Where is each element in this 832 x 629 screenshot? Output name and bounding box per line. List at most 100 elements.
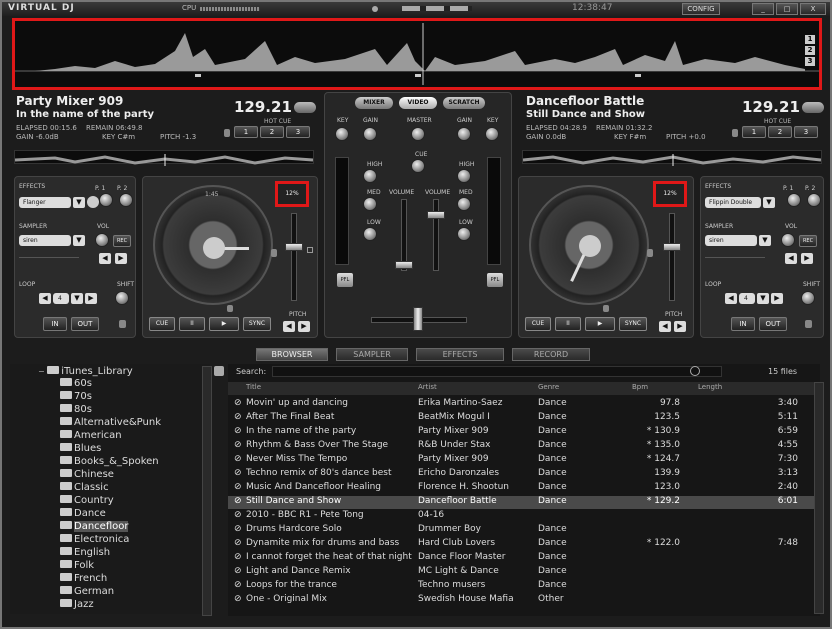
table-row[interactable]: ⊘ In the name of the party Party Mixer 909… [228,426,820,439]
right-pitch-fader-cap[interactable] [663,243,681,251]
mixer-left-high-knob[interactable] [363,169,377,183]
folder-item[interactable]: French [60,573,107,584]
folder-tree-scrollbar[interactable] [202,366,212,616]
left-sampler-vol-knob[interactable] [95,233,109,247]
mixer-left-low-knob[interactable] [363,227,377,241]
left-sampler-select[interactable]: siren [19,235,71,246]
col-genre[interactable]: Genre [538,383,559,395]
table-row[interactable]: ⊘ Movin' up and dancing Erika Martino-Saez… [228,398,820,411]
maximize-button[interactable]: □ [776,3,798,15]
mixer-cue-knob[interactable] [411,159,425,173]
right-loop-in-button[interactable]: IN [731,317,755,331]
track-list[interactable]: Search: 15 files Title Artist Genre Bpm … [228,364,820,616]
table-row[interactable]: ⊘ Music And Dancefloor Healing Florence H.… [228,482,820,495]
right-sampler-next-icon[interactable]: ▶ [801,253,813,264]
left-bpm-button[interactable] [294,102,316,113]
scratch-tab[interactable]: SCRATCH [443,97,485,109]
left-sampler-next-icon[interactable]: ▶ [115,253,127,264]
mixer-left-volume-cap[interactable] [395,261,413,269]
folder-item[interactable]: Books_&_Spoken [60,456,159,467]
mixer-right-key-knob[interactable] [485,127,499,141]
left-play-button[interactable]: ▶ [209,317,239,331]
left-loop-double-icon[interactable]: ▶ [85,293,97,304]
mixer-left-gain-knob[interactable] [363,127,377,141]
browser-tab[interactable]: BROWSER [256,348,328,361]
right-sampler-rec-button[interactable]: REC [799,235,817,247]
mixer-left-key-knob[interactable] [335,127,349,141]
left-hotcue-3[interactable]: 3 [286,126,310,138]
table-row[interactable]: ⊘ Techno remix of 80's dance best Ericho D… [228,468,820,481]
right-sampler-prev-icon[interactable]: ◀ [785,253,797,264]
col-artist[interactable]: Artist [418,383,437,395]
right-pitch-up-icon[interactable]: ▶ [674,321,686,332]
sampler-tab[interactable]: SAMPLER [336,348,408,361]
folder-item[interactable]: Country [60,495,114,506]
right-loop-double-icon[interactable]: ▶ [771,293,783,304]
right-play-button[interactable]: ▶ [585,317,615,331]
left-lock-icon[interactable] [224,129,230,137]
right-pitch-fader[interactable] [669,213,675,301]
left-sampler-rec-button[interactable]: REC [113,235,131,247]
right-transport-lock-icon[interactable] [603,305,609,312]
right-cue-button[interactable]: CUE [525,317,551,331]
right-lock-icon[interactable] [732,129,738,137]
folder-item[interactable]: Chinese [60,469,114,480]
overview-marker-3[interactable]: 3 [805,57,815,66]
left-pitch-fader[interactable] [291,213,297,301]
left-loop-shift-knob[interactable] [115,291,129,305]
overview-marker-2[interactable]: 2 [805,46,815,55]
mixer-right-med-knob[interactable] [457,197,471,211]
crossfader-cap[interactable] [413,307,423,331]
right-loop-dropdown-icon[interactable]: ▼ [757,293,769,304]
minimize-button[interactable]: _ [752,3,774,15]
mixer-right-volume-fader[interactable] [433,199,439,271]
search-options-icon[interactable] [690,366,700,376]
folder-item[interactable]: Blues [60,443,101,454]
table-row[interactable]: ⊘ One - Original Mix Swedish House Mafia Ot… [228,594,820,607]
right-bpm-button[interactable] [802,102,824,113]
right-loop-shift-knob[interactable] [801,291,815,305]
right-jog-wheel[interactable] [529,185,649,305]
table-row[interactable]: ⊘ 2010 - BBC R1 - Pete Tong 04-16 [228,510,820,523]
left-effect-p1-knob[interactable] [99,193,113,207]
right-sampler-select[interactable]: siren [705,235,757,246]
folder-item[interactable]: American [60,430,122,441]
mixer-tab[interactable]: MIXER [355,97,393,109]
mixer-right-gain-knob[interactable] [457,127,471,141]
left-loop-length[interactable]: 4 [53,293,69,304]
folder-item[interactable]: Dance [60,508,106,519]
search-input[interactable] [272,366,722,377]
left-sampler-prev-icon[interactable]: ◀ [99,253,111,264]
record-tab[interactable]: RECORD [512,348,590,361]
table-row[interactable]: ⊘ Light and Dance Remix MC Light & Dance Da… [228,566,820,579]
left-jog-wheel[interactable]: 1:45 [153,185,273,305]
right-sampler-vol-knob[interactable] [781,233,795,247]
mixer-right-low-knob[interactable] [457,227,471,241]
col-length[interactable]: Length [698,383,722,395]
mixer-left-med-knob[interactable] [363,197,377,211]
folder-item[interactable]: Jazz [60,599,94,610]
left-hotcue-1[interactable]: 1 [234,126,258,138]
left-pitch-reset-icon[interactable] [307,247,313,253]
right-pitch-down-icon[interactable]: ◀ [659,321,671,332]
right-loop-out-button[interactable]: OUT [759,317,787,331]
add-folder-icon[interactable] [214,366,224,376]
left-effect-select[interactable]: Flanger [19,197,71,208]
left-effect-toggle[interactable] [87,196,99,208]
right-platter-lock-icon[interactable] [647,249,653,257]
table-row[interactable]: ⊘ Dynamite mix for drums and bass Hard Clu… [228,538,820,551]
folder-item[interactable]: English [60,547,110,558]
mixer-right-volume-cap[interactable] [427,211,445,219]
right-effect-p1-knob[interactable] [787,193,801,207]
folder-item[interactable]: Alternative&Punk [60,417,161,428]
left-scrolling-waveform[interactable] [14,150,314,166]
left-loop-in-button[interactable]: IN [43,317,67,331]
left-cue-button[interactable]: CUE [149,317,175,331]
right-loop-length[interactable]: 4 [739,293,755,304]
right-loop-half-icon[interactable]: ◀ [725,293,737,304]
left-loop-dropdown-icon[interactable]: ▼ [71,293,83,304]
video-tab[interactable]: VIDEO [399,97,437,109]
table-row[interactable]: ⊘ Never Miss The Tempo Party Mixer 909 Danc… [228,454,820,467]
right-hotcue-1[interactable]: 1 [742,126,766,138]
left-pitch-fader-cap[interactable] [285,243,303,251]
